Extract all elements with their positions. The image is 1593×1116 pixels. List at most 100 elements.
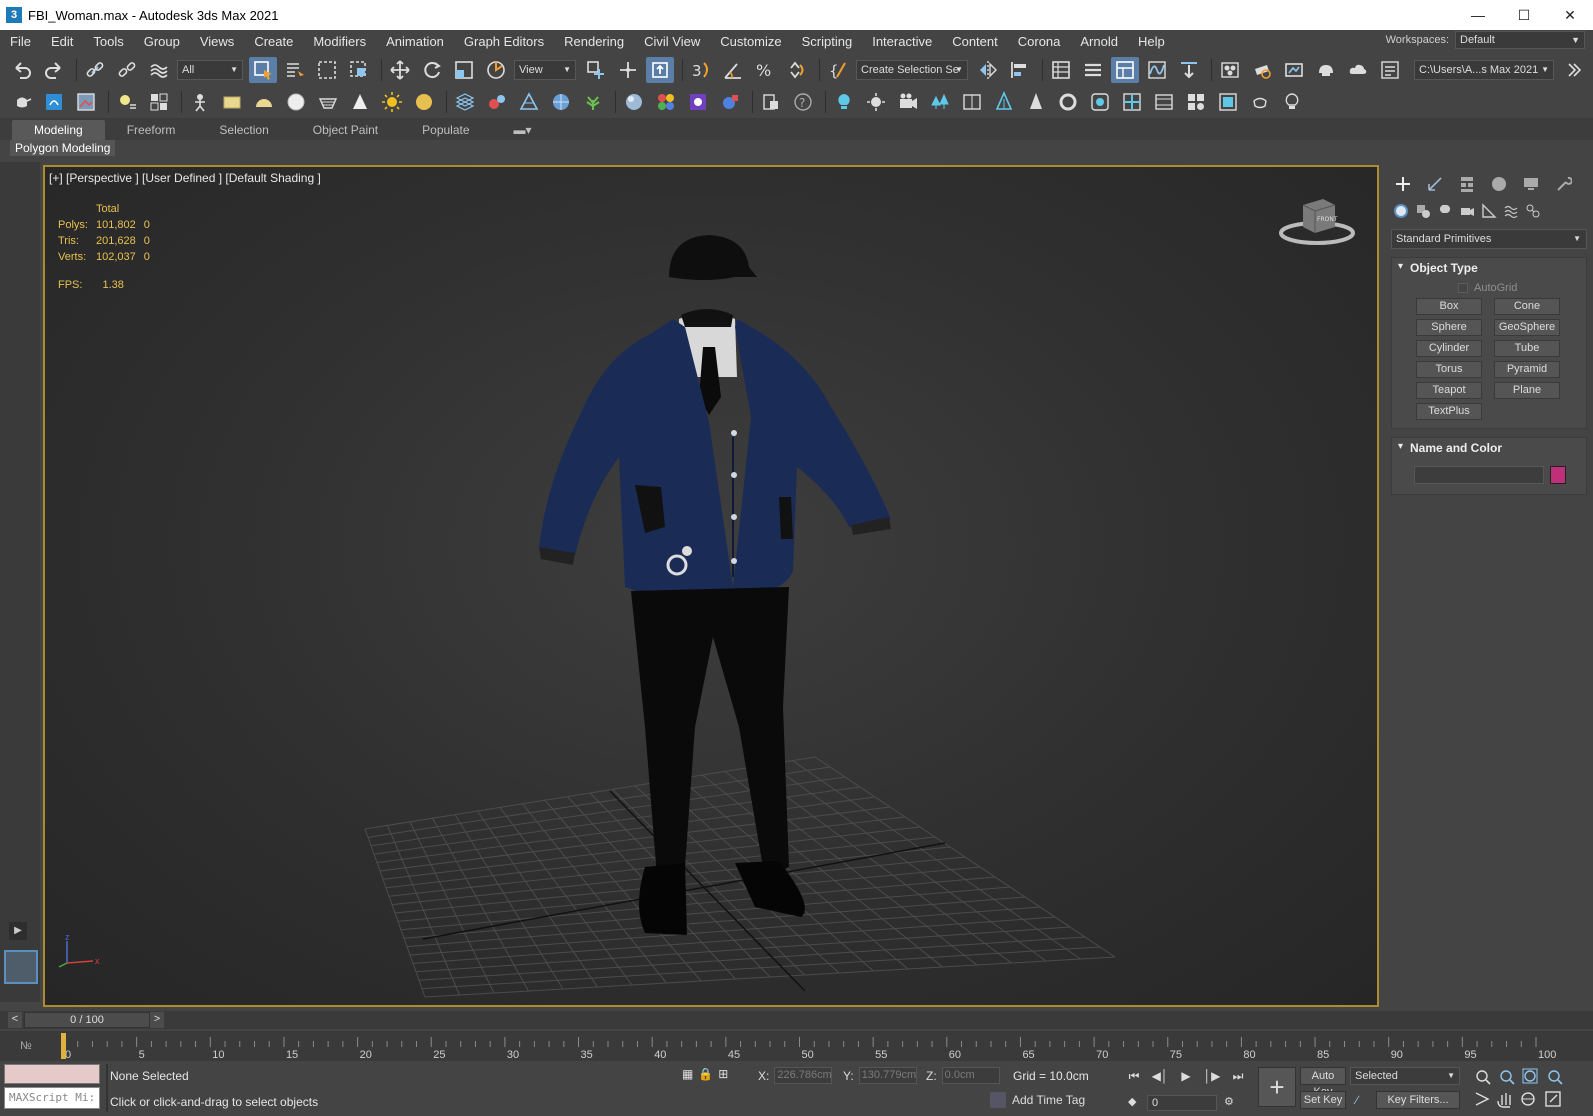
selection-lock-icon[interactable]: 🔒 bbox=[698, 1067, 713, 1081]
pivot-center-icon[interactable] bbox=[582, 57, 610, 83]
geosphere-button[interactable]: GeoSphere bbox=[1494, 319, 1560, 336]
minimize-icon[interactable]: — bbox=[1455, 0, 1501, 30]
absolute-mode-icon[interactable]: ⊞ bbox=[718, 1067, 728, 1081]
menu-tools[interactable]: Tools bbox=[83, 34, 133, 49]
snaps-toggle-icon[interactable]: 3 bbox=[687, 57, 715, 83]
move-icon[interactable] bbox=[386, 57, 414, 83]
menu-graph-editors[interactable]: Graph Editors bbox=[454, 34, 554, 49]
pan-icon[interactable] bbox=[1497, 1093, 1511, 1108]
z-field[interactable]: 0.0cm bbox=[941, 1067, 1000, 1084]
menu-create[interactable]: Create bbox=[244, 34, 303, 49]
menu-rendering[interactable]: Rendering bbox=[554, 34, 634, 49]
box-button[interactable]: Box bbox=[1416, 298, 1482, 315]
expand-toolbar-icon[interactable] bbox=[1560, 57, 1588, 83]
cylinder-button[interactable]: Cylinder bbox=[1416, 340, 1482, 357]
isolate-selection-icon[interactable]: ▦ bbox=[682, 1067, 693, 1081]
cone-primitive-icon[interactable] bbox=[346, 89, 374, 115]
texture-map-icon[interactable] bbox=[684, 89, 712, 115]
hierarchy-tab-icon[interactable] bbox=[1455, 173, 1479, 195]
geometry-icon[interactable] bbox=[1391, 201, 1411, 221]
systems-icon[interactable] bbox=[1523, 201, 1543, 221]
menu-interactive[interactable]: Interactive bbox=[862, 34, 942, 49]
textplus-button[interactable]: TextPlus bbox=[1416, 403, 1482, 420]
torus-icon[interactable] bbox=[1054, 89, 1082, 115]
current-frame-field[interactable]: 0 bbox=[1147, 1095, 1217, 1111]
tube-button[interactable]: Tube bbox=[1494, 340, 1560, 357]
add-time-tag[interactable]: Add Time Tag bbox=[990, 1092, 1085, 1108]
tab-freeform[interactable]: Freeform bbox=[105, 120, 198, 140]
image-viewer-icon[interactable] bbox=[72, 89, 100, 115]
workspaces-select[interactable]: Default ▼ bbox=[1455, 31, 1585, 49]
ribbon-options-icon[interactable]: ▬▾ bbox=[492, 120, 554, 140]
time-configuration-icon[interactable]: ⚙ bbox=[1224, 1095, 1234, 1108]
rectangular-selection-icon[interactable] bbox=[313, 57, 341, 83]
teapot-icon[interactable] bbox=[8, 89, 36, 115]
menu-views[interactable]: Views bbox=[190, 34, 244, 49]
space-warps-icon[interactable] bbox=[1501, 201, 1521, 221]
object-category-dropdown[interactable]: Standard Primitives ▼ bbox=[1391, 229, 1587, 249]
multi-material-icon[interactable] bbox=[652, 89, 680, 115]
teapot-button[interactable]: Teapot bbox=[1416, 382, 1482, 399]
selection-filter-dropdown[interactable]: All ▼ bbox=[177, 60, 243, 80]
field-of-view-icon[interactable] bbox=[1475, 1092, 1490, 1106]
link-icon[interactable] bbox=[81, 57, 109, 83]
named-selection-dropdown[interactable]: Create Selection Se ▼ bbox=[856, 60, 968, 80]
menu-arnold[interactable]: Arnold bbox=[1070, 34, 1128, 49]
set-key-button[interactable]: Set Key bbox=[1300, 1091, 1346, 1109]
zoom-all-icon[interactable] bbox=[1500, 1070, 1515, 1085]
particle-icon[interactable] bbox=[483, 89, 511, 115]
toggle-ribbon-icon[interactable] bbox=[1111, 57, 1139, 83]
select-manipulate-icon[interactable] bbox=[614, 57, 642, 83]
project-folder-dropdown[interactable]: C:\Users\A...s Max 2021 ▼ bbox=[1414, 60, 1554, 80]
sphere-button[interactable]: Sphere bbox=[1416, 319, 1482, 336]
mirror-icon[interactable] bbox=[974, 57, 1002, 83]
zoom-extents-all-icon[interactable] bbox=[1548, 1070, 1563, 1085]
tab-selection[interactable]: Selection bbox=[197, 120, 290, 140]
rotate-icon[interactable] bbox=[418, 57, 446, 83]
photoshop-icon[interactable] bbox=[40, 89, 68, 115]
curve-editor-icon[interactable] bbox=[1143, 57, 1171, 83]
render-setup-icon[interactable] bbox=[1248, 57, 1276, 83]
tab-populate[interactable]: Populate bbox=[400, 120, 491, 140]
film-strip-icon[interactable] bbox=[1150, 89, 1178, 115]
viewport-background-icon[interactable] bbox=[1086, 89, 1114, 115]
zoom-extents-icon[interactable] bbox=[1522, 1068, 1538, 1084]
autogrid-checkbox[interactable] bbox=[1458, 283, 1468, 293]
go-to-end-icon[interactable]: ⏭ bbox=[1228, 1067, 1248, 1085]
menu-content[interactable]: Content bbox=[942, 34, 1008, 49]
keyboard-shortcut-override-icon[interactable] bbox=[646, 57, 674, 83]
lights-icon[interactable] bbox=[1435, 201, 1455, 221]
scatter-icon[interactable] bbox=[451, 89, 479, 115]
x-field[interactable]: 226.786cm bbox=[774, 1067, 833, 1084]
select-object-icon[interactable] bbox=[249, 57, 277, 83]
cone-button[interactable]: Cone bbox=[1494, 298, 1560, 315]
viewport-label[interactable]: [+] [Perspective ] [User Defined ] [Defa… bbox=[49, 171, 321, 185]
cameras-icon[interactable] bbox=[1457, 201, 1477, 221]
orbit-icon[interactable] bbox=[1521, 1092, 1535, 1106]
skylight-icon[interactable] bbox=[410, 89, 438, 115]
default-tangent-icon[interactable]: ∕ bbox=[1356, 1093, 1358, 1107]
menu-edit[interactable]: Edit bbox=[41, 34, 83, 49]
scene-states-icon[interactable] bbox=[145, 89, 173, 115]
tab-modeling[interactable]: Modeling bbox=[12, 120, 105, 140]
object-color-swatch[interactable] bbox=[1550, 466, 1566, 484]
play-icon[interactable]: ▶ bbox=[1176, 1067, 1196, 1085]
next-key-icon[interactable]: │▶ bbox=[1202, 1067, 1222, 1085]
key-filters-button[interactable]: Key Filters... bbox=[1376, 1091, 1460, 1109]
menu-customize[interactable]: Customize bbox=[710, 34, 791, 49]
key-selection-set-dropdown[interactable]: Selected ▼ bbox=[1350, 1067, 1460, 1085]
camera-icon[interactable] bbox=[894, 89, 922, 115]
bowl-icon[interactable] bbox=[314, 89, 342, 115]
teapot-outline-icon[interactable] bbox=[1246, 89, 1274, 115]
safe-frame-icon[interactable] bbox=[1214, 89, 1242, 115]
menu-animation[interactable]: Animation bbox=[376, 34, 454, 49]
geosphere-icon[interactable] bbox=[547, 89, 575, 115]
tab-object-paint[interactable]: Object Paint bbox=[291, 120, 400, 140]
pyramid-button[interactable]: Pyramid bbox=[1494, 361, 1560, 378]
group-objects-icon[interactable] bbox=[1182, 89, 1210, 115]
menu-file[interactable]: File bbox=[0, 34, 41, 49]
sphere-primitive-icon[interactable] bbox=[282, 89, 310, 115]
select-by-name-icon[interactable] bbox=[281, 57, 309, 83]
placement-icon[interactable] bbox=[482, 57, 510, 83]
viewcube[interactable]: FRONT bbox=[1275, 195, 1359, 251]
